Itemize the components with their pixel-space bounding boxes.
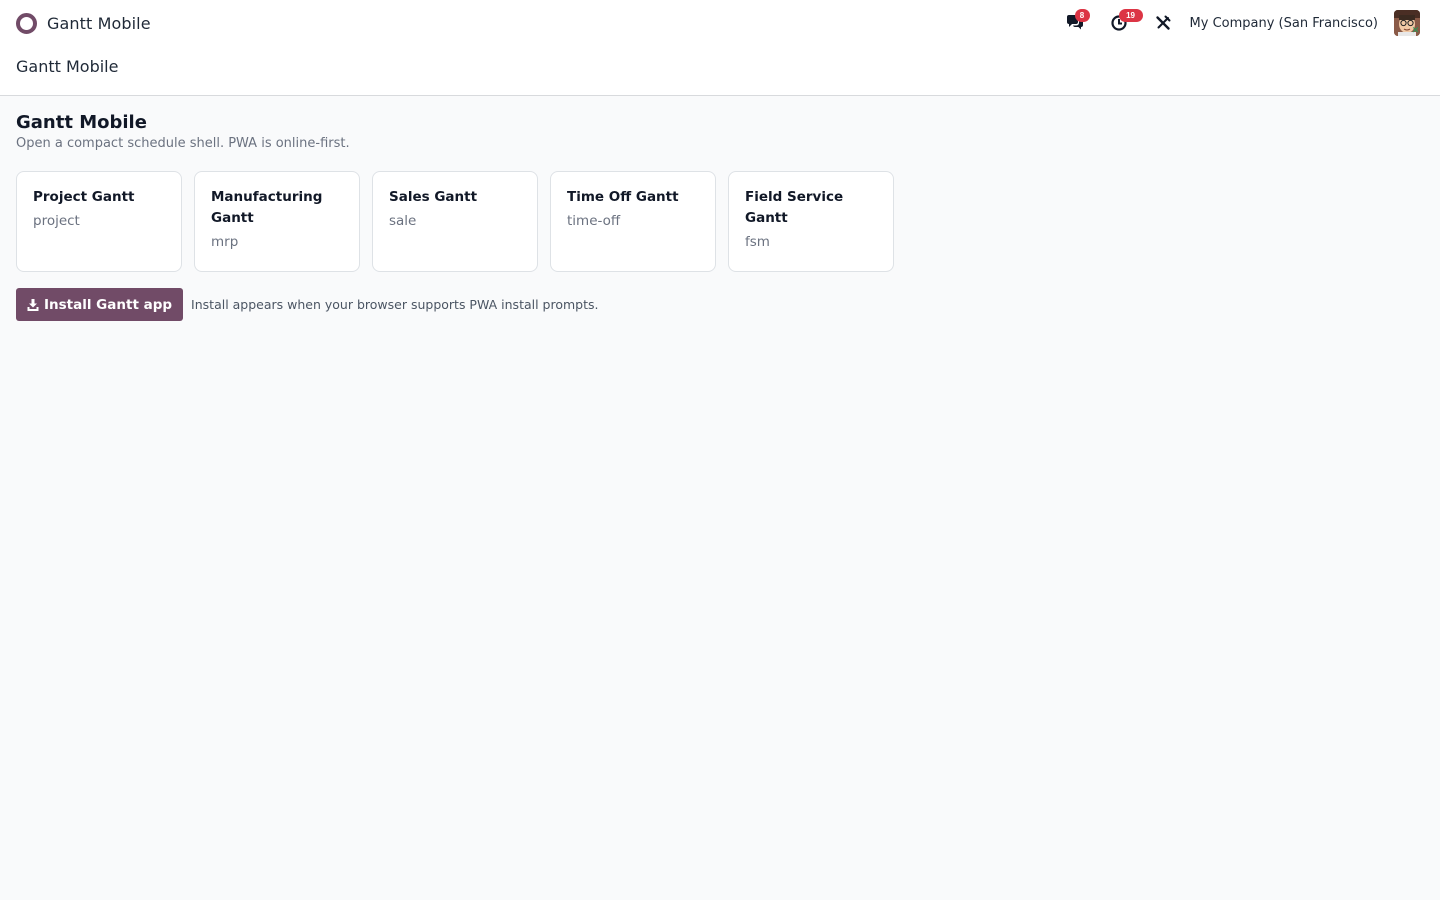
tools-icon xyxy=(1155,15,1171,31)
user-avatar[interactable]: ✕ xyxy=(1394,10,1420,36)
card-code: fsm xyxy=(745,234,770,250)
install-hint: Install appears when your browser suppor… xyxy=(191,297,599,312)
card-title: Sales Gantt xyxy=(389,189,478,205)
card-sales-gantt[interactable]: Sales Gantt sale xyxy=(372,171,538,272)
install-button-label: Install Gantt app xyxy=(44,296,173,313)
activities-button[interactable]: 19 xyxy=(1106,9,1143,36)
card-title: Time Off Gantt xyxy=(567,189,679,205)
navbar-systray: 8 19 My Company (San Francisco) ✕ xyxy=(1062,0,1424,46)
company-switcher[interactable]: My Company (San Francisco) xyxy=(1190,16,1378,31)
app-logo-icon[interactable] xyxy=(16,12,37,34)
card-manufacturing-gantt[interactable]: Manufacturing Gantt mrp xyxy=(194,171,360,272)
card-title: Project Gantt xyxy=(33,189,135,205)
card-title: Manufacturing Gantt xyxy=(211,189,323,226)
card-code: sale xyxy=(389,213,417,229)
messages-button[interactable]: 8 xyxy=(1062,9,1090,36)
activities-count-badge: 19 xyxy=(1118,9,1143,22)
main-content: Gantt Mobile Open a compact schedule she… xyxy=(0,96,1440,321)
breadcrumb: Gantt Mobile xyxy=(16,57,119,76)
card-field-service-gantt[interactable]: Field Service Gantt fsm xyxy=(728,171,894,272)
card-time-off-gantt[interactable]: Time Off Gantt time-off xyxy=(550,171,716,272)
card-code: mrp xyxy=(211,234,239,250)
messages-count-badge: 8 xyxy=(1074,9,1090,22)
install-gantt-app-button[interactable]: Install Gantt app xyxy=(16,288,184,321)
card-code: project xyxy=(33,213,80,229)
page-title: Gantt Mobile xyxy=(16,112,147,133)
card-code: time-off xyxy=(567,213,621,229)
control-panel: Gantt Mobile xyxy=(0,46,1440,96)
debug-tools-button[interactable] xyxy=(1150,10,1176,36)
top-navbar: Gantt Mobile 8 19 My Company (San Franci… xyxy=(0,0,1440,46)
card-project-gantt[interactable]: Project Gantt project xyxy=(16,171,182,272)
online-status-icon: ✕ xyxy=(1411,26,1420,36)
gantt-cards: Project Gantt project Manufacturing Gant… xyxy=(16,171,1424,272)
install-row: Install Gantt app Install appears when y… xyxy=(16,288,1424,321)
app-name[interactable]: Gantt Mobile xyxy=(47,14,151,33)
page-subtitle: Open a compact schedule shell. PWA is on… xyxy=(16,136,350,151)
card-title: Field Service Gantt xyxy=(745,189,844,226)
download-icon xyxy=(27,298,39,311)
